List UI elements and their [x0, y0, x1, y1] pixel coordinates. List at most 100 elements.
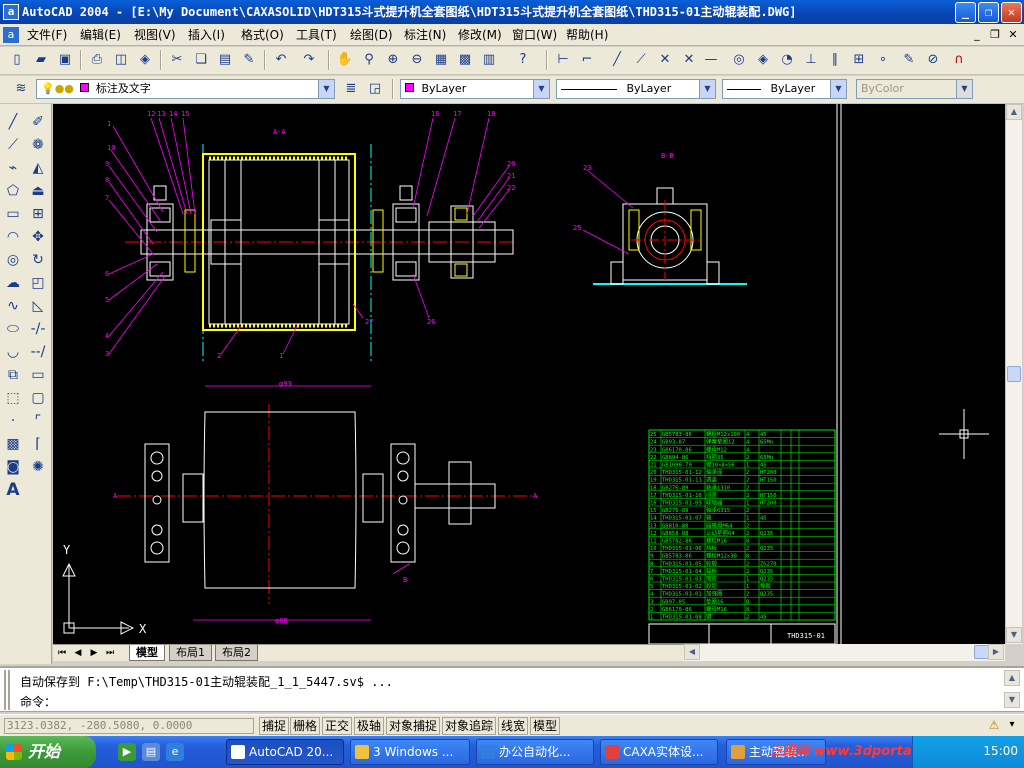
- snap-node-icon[interactable]: ∘: [872, 50, 894, 70]
- snap-parallel-icon[interactable]: ∥: [824, 50, 846, 70]
- status-menu-icon[interactable]: ▾: [1004, 717, 1020, 733]
- undo-icon[interactable]: ↶: [270, 50, 292, 70]
- break-point-icon[interactable]: ▭: [27, 365, 49, 386]
- color-combo[interactable]: ByLayer ▼: [400, 79, 550, 99]
- cut-icon[interactable]: ✂: [166, 50, 188, 70]
- snap-toggle[interactable]: 捕捉: [259, 717, 290, 735]
- mirror-icon[interactable]: ◭: [27, 158, 49, 179]
- polyline-icon[interactable]: ⌁: [2, 158, 24, 179]
- scroll-down-icon[interactable]: ▼: [1006, 627, 1022, 643]
- arc-icon[interactable]: ◠: [2, 227, 24, 248]
- menu-view[interactable]: 视图(V): [131, 27, 179, 43]
- lineweight-toggle[interactable]: 线宽: [498, 717, 529, 735]
- snap-quadrant-icon[interactable]: ◈: [752, 50, 774, 70]
- snap-none-icon[interactable]: ⊘: [922, 50, 944, 70]
- match-properties-icon[interactable]: ✎: [238, 50, 260, 70]
- snap-insert-icon[interactable]: ⊞: [848, 50, 870, 70]
- make-block-icon[interactable]: ⬚: [2, 388, 24, 409]
- last-tab-icon[interactable]: ⏭: [103, 646, 117, 660]
- zoom-previous-icon[interactable]: ⊖: [406, 50, 428, 70]
- properties-icon[interactable]: ▦: [430, 50, 452, 70]
- minimize-button[interactable]: _: [955, 2, 976, 23]
- dim-aligned-icon[interactable]: ⌐: [576, 50, 598, 70]
- menu-insert[interactable]: 插入(I): [185, 27, 228, 43]
- copy-object-icon[interactable]: ❁: [27, 135, 49, 156]
- menu-dimension[interactable]: 标注(N): [401, 27, 449, 43]
- snap-tangent-icon[interactable]: ◔: [776, 50, 798, 70]
- draw-line-icon[interactable]: ╱: [606, 50, 628, 70]
- close-button[interactable]: ✕: [1001, 2, 1022, 23]
- vertical-scroll-thumb[interactable]: [1007, 366, 1021, 382]
- realtime-pan-icon[interactable]: ✋: [334, 50, 356, 70]
- erase-icon[interactable]: ✐: [27, 112, 49, 133]
- command-scroll-up-icon[interactable]: ▲: [1004, 670, 1020, 686]
- rectangle-icon[interactable]: ▭: [2, 204, 24, 225]
- new-icon[interactable]: ▯: [6, 50, 28, 70]
- tab-layout1[interactable]: 布局1: [169, 645, 212, 661]
- first-tab-icon[interactable]: ⏮: [55, 646, 69, 660]
- clock[interactable]: 15:00: [983, 744, 1018, 758]
- rotate-icon[interactable]: ↻: [27, 250, 49, 271]
- command-scroll-down-icon[interactable]: ▼: [1004, 692, 1020, 708]
- task-office[interactable]: 办公自动化...: [476, 739, 594, 765]
- communication-center-icon[interactable]: ⚠: [986, 717, 1002, 733]
- task-autocad[interactable]: AutoCAD 20...: [226, 739, 344, 765]
- command-prompt[interactable]: 命令：: [20, 694, 56, 710]
- restore-button[interactable]: ❐: [978, 2, 999, 23]
- fillet-icon[interactable]: ⌈: [27, 434, 49, 455]
- command-grip[interactable]: [4, 670, 10, 710]
- publish-icon[interactable]: ◈: [134, 50, 156, 70]
- dim-linear-icon[interactable]: ⊢: [552, 50, 574, 70]
- menu-file[interactable]: 文件(F): [24, 27, 70, 43]
- menu-help[interactable]: 帮助(H): [563, 27, 611, 43]
- snap-perpendicular-icon[interactable]: ⊥: [800, 50, 822, 70]
- scroll-left-icon[interactable]: ◀: [684, 644, 700, 660]
- scroll-right-icon[interactable]: ▶: [988, 644, 1004, 660]
- ortho-toggle[interactable]: 正交: [322, 717, 353, 735]
- start-button[interactable]: 开始: [0, 736, 96, 768]
- horizontal-scrollbar[interactable]: ◀ ▶: [684, 644, 1005, 661]
- zoom-realtime-icon[interactable]: ⚲: [358, 50, 380, 70]
- intersection-icon[interactable]: ✕: [678, 50, 700, 70]
- linetype-combo[interactable]: ByLayer ▼: [556, 79, 716, 99]
- make-object-layer-current-icon[interactable]: ≣: [340, 79, 362, 99]
- extend-icon[interactable]: --/: [27, 342, 49, 363]
- explode-icon[interactable]: ✺: [27, 457, 49, 478]
- xline-icon[interactable]: ⟋: [630, 50, 652, 70]
- scale-icon[interactable]: ◰: [27, 273, 49, 294]
- osnap-toggle[interactable]: 对象捕捉: [386, 717, 441, 735]
- model-toggle[interactable]: 模型: [530, 717, 561, 735]
- ellipse-icon[interactable]: ⬭: [2, 319, 24, 340]
- osnap-settings-icon[interactable]: ∩: [948, 50, 970, 70]
- snap-nearest-icon[interactable]: ✎: [898, 50, 920, 70]
- region-icon[interactable]: ◙: [2, 457, 24, 478]
- scroll-up-icon[interactable]: ▲: [1006, 104, 1022, 120]
- zoom-window-icon[interactable]: ⊕: [382, 50, 404, 70]
- menu-tools[interactable]: 工具(T): [293, 27, 340, 43]
- circle-icon[interactable]: ◎: [2, 250, 24, 271]
- lineweight-combo[interactable]: ByLayer ▼: [722, 79, 847, 99]
- trim-icon[interactable]: -/-: [27, 319, 49, 340]
- redo-icon[interactable]: ↷: [298, 50, 320, 70]
- doc-close-button[interactable]: ✕: [1005, 27, 1021, 42]
- quicklaunch-desktop-icon[interactable]: ▤: [142, 743, 160, 761]
- doc-restore-button[interactable]: ❐: [987, 27, 1003, 42]
- paste-icon[interactable]: ▤: [214, 50, 236, 70]
- document-icon[interactable]: a: [3, 27, 19, 43]
- tab-model[interactable]: 模型: [129, 645, 165, 661]
- snap-center-icon[interactable]: ◎: [728, 50, 750, 70]
- layer-manager-icon[interactable]: ≋: [10, 79, 32, 99]
- prev-tab-icon[interactable]: ◀: [71, 646, 85, 660]
- menu-edit[interactable]: 编辑(E): [77, 27, 124, 43]
- layer-combo[interactable]: 💡●● 标注及文字 ▼: [36, 79, 335, 99]
- ellipse-arc-icon[interactable]: ◡: [2, 342, 24, 363]
- drawing-area[interactable]: A-A 1 10 9 876 543 12 13 14 15 16 17 18 20 21 22 …: [53, 104, 1005, 644]
- menu-format[interactable]: 格式(O): [238, 27, 287, 43]
- help-icon[interactable]: ?: [512, 50, 534, 70]
- spline-icon[interactable]: ∿: [2, 296, 24, 317]
- doc-minimize-button[interactable]: _: [969, 27, 985, 42]
- line-icon[interactable]: ╱: [2, 112, 24, 133]
- quicklaunch-ie-icon[interactable]: e: [166, 743, 184, 761]
- offset-icon[interactable]: ⏏: [27, 181, 49, 202]
- polar-toggle[interactable]: 极轴: [354, 717, 385, 735]
